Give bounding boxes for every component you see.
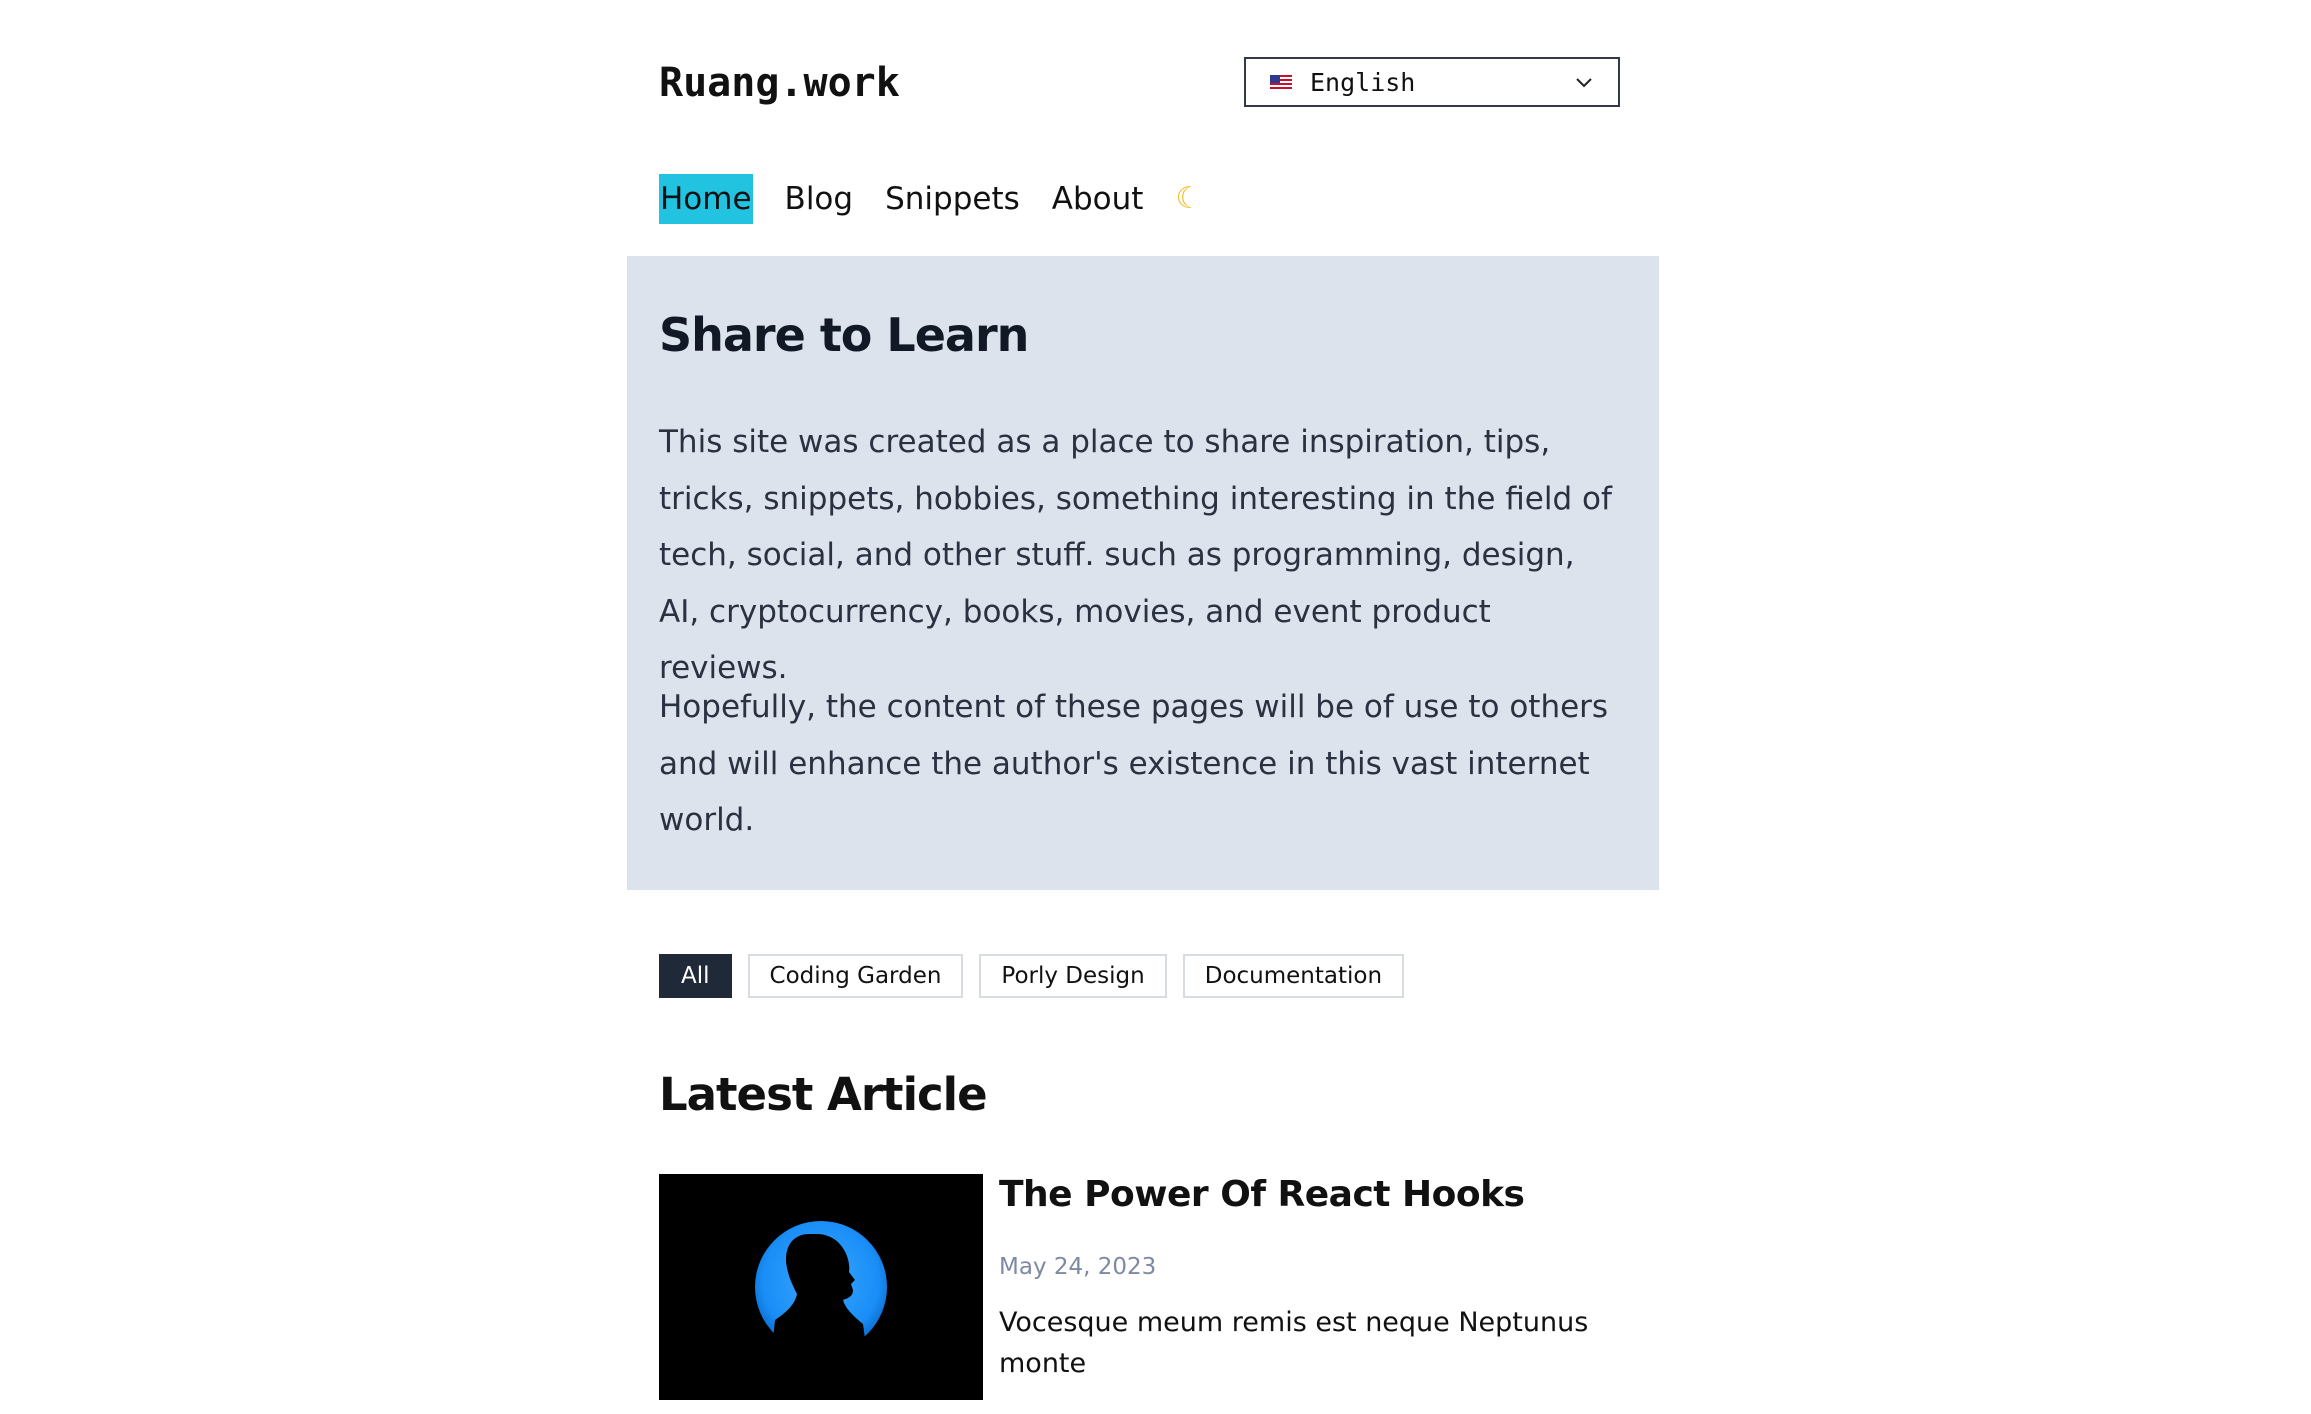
silhouette-profile-image (659, 1174, 983, 1400)
article-date: May 24, 2023 (999, 1254, 1157, 1280)
site-header: Ruang.work English (659, 56, 1659, 112)
language-select-value: English (1310, 67, 1416, 97)
nav-item-blog[interactable]: Blog (785, 174, 854, 224)
article-title[interactable]: The Power Of React Hooks (999, 1174, 1525, 1215)
site-logo[interactable]: Ruang.work (659, 60, 900, 106)
hero-paragraph-2: Hopefully, the content of these pages wi… (659, 689, 1609, 838)
category-filters: All Coding Garden Porly Design Documenta… (659, 954, 1420, 998)
main-nav: Home Blog Snippets About ☾ (659, 174, 1202, 224)
nav-item-snippets[interactable]: Snippets (885, 174, 1020, 224)
article-thumbnail[interactable] (659, 1174, 983, 1400)
filter-porly-design-button[interactable]: Porly Design (979, 954, 1167, 998)
filter-documentation-button[interactable]: Documentation (1182, 954, 1405, 998)
moon-icon[interactable]: ☾ (1175, 174, 1202, 224)
latest-article-heading: Latest Article (659, 1068, 988, 1121)
filter-all-button[interactable]: All (659, 954, 732, 998)
filter-coding-garden-button[interactable]: Coding Garden (747, 954, 964, 998)
article-card[interactable]: The Power Of React Hooks May 24, 2023 Vo… (659, 1174, 1659, 1400)
hero-title: Share to Learn (659, 308, 1029, 362)
language-select[interactable]: English (1244, 57, 1620, 107)
nav-item-about[interactable]: About (1052, 174, 1144, 224)
nav-item-home[interactable]: Home (659, 174, 753, 224)
chevron-down-icon (1576, 78, 1592, 88)
hero-paragraph-1: This site was created as a place to shar… (659, 424, 1612, 686)
us-flag-icon (1270, 75, 1292, 89)
hero-section: Share to Learn This site was created as … (627, 256, 1659, 890)
article-description: Vocesque meum remis est neque Neptunus m… (999, 1307, 1589, 1379)
